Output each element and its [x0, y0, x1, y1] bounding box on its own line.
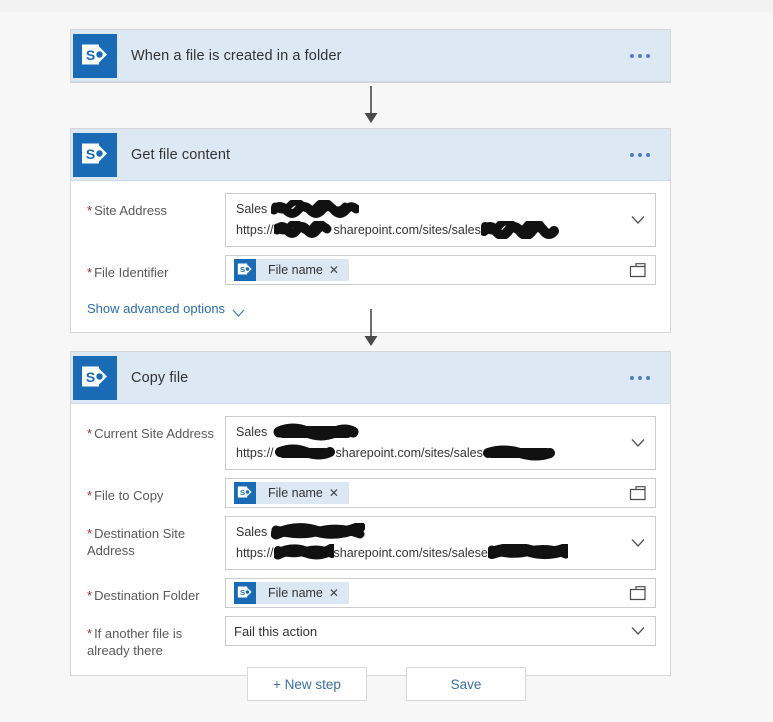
current-site-address-combobox[interactable]: Sales https:// sharepoint.com/sites/sale… — [225, 416, 656, 470]
svg-text:S: S — [86, 146, 95, 162]
redaction-mark — [270, 199, 359, 218]
flow-step-card-copy-file[interactable]: S Copy file * Current Site Address Sales… — [70, 351, 671, 676]
redaction-mark — [270, 522, 365, 541]
field-row-destination-folder: * Destination Folder S File name ✕ — [85, 578, 656, 608]
required-marker: * — [87, 526, 93, 541]
file-identifier-input[interactable]: S File name ✕ — [225, 255, 656, 285]
card-title: When a file is created in a folder — [131, 47, 342, 64]
dynamic-content-token[interactable]: S File name ✕ — [234, 482, 349, 504]
file-to-copy-input[interactable]: S File name ✕ — [225, 478, 656, 508]
field-row-file-to-copy: * File to Copy S File name ✕ — [85, 478, 656, 508]
folder-icon[interactable] — [629, 585, 647, 601]
required-marker: * — [87, 265, 93, 280]
arrow-down-icon — [362, 309, 380, 347]
sharepoint-icon: S — [73, 132, 117, 177]
field-row-conflict-behavior: * If another file is already there Fail t… — [85, 616, 656, 659]
window-top-strip — [0, 0, 773, 12]
svg-text:S: S — [240, 265, 245, 274]
show-advanced-options-label: Show advanced options — [87, 301, 226, 316]
svg-text:S: S — [86, 47, 95, 63]
redaction-mark — [480, 220, 559, 239]
required-marker: * — [87, 588, 93, 603]
required-marker: * — [87, 203, 93, 218]
chevron-down-icon — [631, 627, 645, 636]
card-header-get-file-content[interactable]: S Get file content — [71, 129, 670, 181]
conflict-behavior-select[interactable]: Fail this action — [225, 616, 656, 646]
site-address-url: https:// sharepoint.com/sites/sales — [236, 220, 619, 241]
arrow-down-icon — [362, 86, 380, 124]
field-row-destination-site-address: * Destination Site Address Sales https:/… — [85, 516, 656, 570]
designer-action-bar: + New step Save — [0, 667, 773, 701]
svg-text:S: S — [240, 488, 245, 497]
redaction-mark — [487, 544, 568, 561]
close-icon[interactable]: ✕ — [329, 487, 349, 499]
site-address-combobox[interactable]: Sales https:// sharepoint.com/sites/sale… — [225, 193, 656, 247]
svg-text:S: S — [86, 369, 95, 385]
card-title: Get file content — [131, 146, 231, 163]
card-header-copy-file[interactable]: S Copy file — [71, 352, 670, 404]
sharepoint-icon: S — [234, 259, 256, 281]
redaction-mark — [482, 444, 557, 461]
destination-site-address-combobox[interactable]: Sales https:// sharepoint.com/sites/sale… — [225, 516, 656, 570]
token-label: File name — [268, 586, 323, 600]
field-row-current-site-address: * Current Site Address Sales https:// sh… — [85, 416, 656, 470]
redaction-mark — [273, 221, 334, 239]
current-site-address-display-name: Sales — [236, 422, 619, 443]
conflict-behavior-value: Fail this action — [234, 623, 318, 639]
token-label: File name — [268, 486, 323, 500]
required-marker: * — [87, 426, 93, 441]
destination-site-address-display-name: Sales — [236, 522, 619, 543]
ellipsis-icon[interactable] — [626, 370, 654, 386]
field-row-file-identifier: * File Identifier S File name ✕ — [85, 255, 656, 285]
chevron-down-icon — [631, 216, 645, 225]
close-icon[interactable]: ✕ — [329, 587, 349, 599]
dynamic-content-token[interactable]: S File name ✕ — [234, 582, 349, 604]
svg-text:S: S — [240, 588, 245, 597]
destination-site-address-url: https:// sharepoint.com/sites/salese — [236, 543, 619, 564]
required-marker: * — [87, 626, 93, 641]
flow-step-card-get-file-content[interactable]: S Get file content * Site Address Sales … — [70, 128, 671, 333]
card-header-trigger[interactable]: S When a file is created in a folder — [71, 30, 670, 82]
sharepoint-icon: S — [234, 582, 256, 604]
ellipsis-icon[interactable] — [626, 147, 654, 163]
destination-folder-input[interactable]: S File name ✕ — [225, 578, 656, 608]
flow-designer-canvas: S When a file is created in a folder S G… — [0, 12, 773, 722]
ellipsis-icon[interactable] — [626, 48, 654, 64]
folder-icon[interactable] — [629, 485, 647, 501]
sharepoint-icon: S — [73, 33, 117, 78]
card-title: Copy file — [131, 369, 189, 386]
sharepoint-icon: S — [73, 355, 117, 400]
chevron-down-icon — [232, 305, 245, 317]
field-row-site-address: * Site Address Sales https:// sharepoint… — [85, 193, 656, 247]
close-icon[interactable]: ✕ — [329, 264, 349, 276]
field-label-destination-folder: * Destination Folder — [87, 588, 200, 603]
new-step-button[interactable]: + New step — [247, 667, 367, 701]
field-label-current-site-address: * Current Site Address — [87, 426, 215, 441]
redaction-mark — [273, 544, 334, 561]
current-site-address-url: https:// sharepoint.com/sites/sales — [236, 443, 619, 464]
field-label-destination-site-address: * Destination Site Address — [87, 526, 186, 558]
chevron-down-icon — [631, 439, 645, 448]
show-advanced-options-link[interactable]: Show advanced options — [87, 301, 245, 317]
flow-step-card-trigger[interactable]: S When a file is created in a folder — [70, 29, 671, 83]
dynamic-content-token[interactable]: S File name ✕ — [234, 259, 349, 281]
sharepoint-icon: S — [234, 482, 256, 504]
chevron-down-icon — [631, 539, 645, 548]
redaction-mark — [274, 444, 336, 461]
redaction-mark — [271, 423, 361, 441]
required-marker: * — [87, 488, 93, 503]
field-label-site-address: * Site Address — [87, 203, 168, 218]
field-label-file-identifier: * File Identifier — [87, 265, 169, 280]
site-address-display-name: Sales — [236, 199, 619, 220]
save-button[interactable]: Save — [406, 667, 526, 701]
field-label-file-to-copy: * File to Copy — [87, 488, 164, 503]
token-label: File name — [268, 263, 323, 277]
folder-icon[interactable] — [629, 262, 647, 278]
card-body-copy-file: * Current Site Address Sales https:// sh… — [71, 404, 670, 675]
field-label-conflict-behavior: * If another file is already there — [87, 626, 183, 658]
